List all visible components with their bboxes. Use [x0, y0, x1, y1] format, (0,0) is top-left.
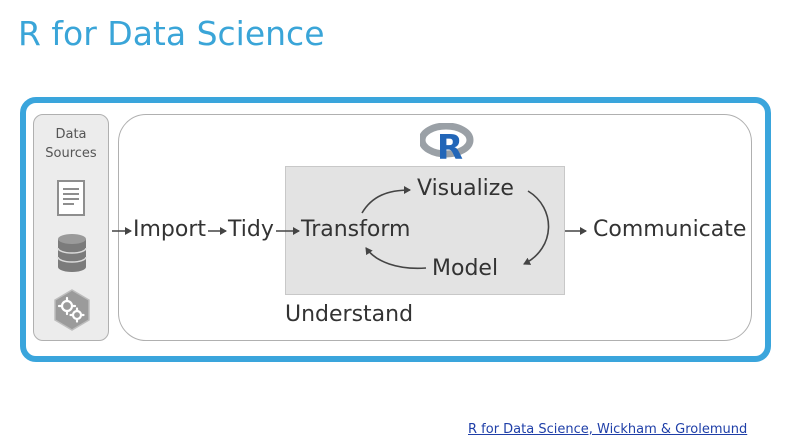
flow-arrows	[112, 186, 587, 270]
credit-link[interactable]: R for Data Science, Wickham & Grolemund	[468, 422, 747, 437]
arrow-model-to-transform	[365, 247, 427, 270]
arrow-transform-to-visualize	[361, 186, 411, 214]
arrow-visualize-to-model	[523, 190, 550, 265]
